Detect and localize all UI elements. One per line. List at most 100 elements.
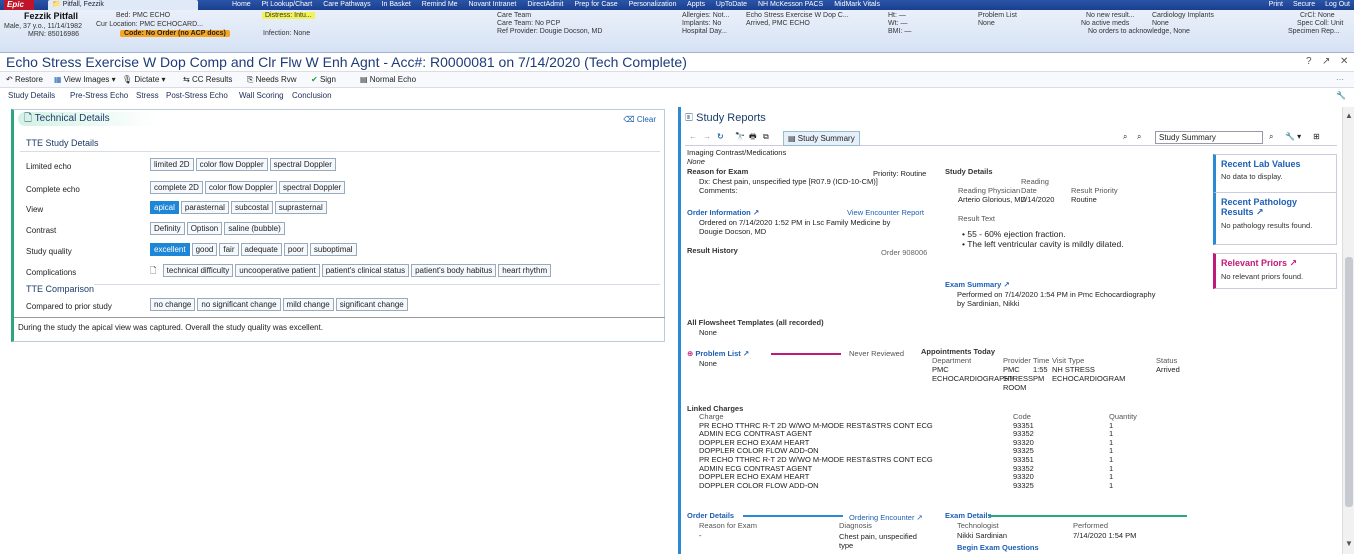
option-chip[interactable]: limited 2D: [150, 158, 194, 171]
comparison-option-chip[interactable]: no change: [150, 298, 196, 311]
secure-button[interactable]: Secure: [1293, 1, 1315, 8]
patient-name[interactable]: Fezzik Pitfall: [24, 12, 78, 21]
patient-tab[interactable]: 📁 Pitfall, Fezzik: [48, 0, 198, 10]
menu-novant-intranet[interactable]: Novant Intranet: [469, 1, 517, 8]
forward-icon[interactable]: →: [703, 129, 711, 145]
vertical-scrollbar[interactable]: ▲ ▼: [1342, 107, 1354, 554]
relevant-priors-title[interactable]: Relevant Priors ↗: [1221, 258, 1331, 269]
nav-conclusion[interactable]: Conclusion: [292, 88, 332, 104]
export-icon[interactable]: ⊞: [1313, 129, 1320, 145]
menu-uptodate[interactable]: UpToDate: [716, 1, 747, 8]
option-chip[interactable]: technical difficulty: [162, 264, 234, 277]
refresh-icon[interactable]: ↻: [717, 129, 724, 145]
option-chip[interactable]: patient's clinical status: [321, 264, 410, 277]
option-chip[interactable]: suprasternal: [274, 201, 327, 214]
scroll-up-icon[interactable]: ▲: [1345, 111, 1353, 120]
menu-prep-for-case[interactable]: Prep for Case: [574, 1, 617, 8]
menu-midmark-vitals[interactable]: MidMark Vitals: [834, 1, 880, 8]
menu-remind-me[interactable]: Remind Me: [422, 1, 458, 8]
option-chip[interactable]: adequate: [240, 243, 282, 256]
dictate-button[interactable]: 🎙 Dictate ▾: [122, 72, 166, 87]
option-chip[interactable]: spectral Doppler: [269, 158, 336, 171]
report-search-input[interactable]: Study Summary: [1155, 131, 1263, 144]
help-icon[interactable]: ?: [1306, 56, 1312, 67]
search-icon[interactable]: ⌕: [1269, 129, 1273, 145]
needs-review-button[interactable]: ⎘ Needs Rvw: [247, 72, 297, 87]
settings-icon[interactable]: 🔧 ▾: [1285, 129, 1301, 145]
menu-mckesson-pacs[interactable]: NH McKesson PACS: [758, 1, 823, 8]
find-icon[interactable]: 🔭: [735, 129, 745, 145]
nav-pre-stress-echo[interactable]: Pre-Stress Echo: [70, 88, 128, 104]
recent-lab-values-title[interactable]: Recent Lab Values: [1221, 159, 1331, 169]
sign-button[interactable]: ✔ Sign: [311, 72, 336, 87]
normal-echo-button[interactable]: ▤ Normal Echo: [360, 72, 416, 87]
nav-wall-scoring[interactable]: Wall Scoring: [239, 88, 284, 104]
option-chip[interactable]: heart rhythm: [498, 264, 552, 277]
scrollbar-thumb[interactable]: [1345, 257, 1353, 507]
problem-list-link[interactable]: ⊕ Problem List ↗: [687, 349, 749, 358]
option-chip[interactable]: parasternal: [180, 201, 229, 214]
cc-results-button[interactable]: ⇆ CC Results: [183, 72, 232, 87]
study-summary-button[interactable]: ▤ Study Summary: [783, 131, 860, 146]
option-chip[interactable]: uncooperative patient: [235, 264, 320, 277]
more-icon[interactable]: ⋯: [1336, 72, 1344, 87]
exam-summary-link[interactable]: Exam Summary ↗: [945, 280, 1010, 289]
scroll-down-icon[interactable]: ▼: [1345, 539, 1353, 548]
begin-exam-questions-link[interactable]: Begin Exam Questions: [957, 543, 1039, 552]
comparison-option-chip[interactable]: no significant change: [197, 298, 281, 311]
comparison-option-chip[interactable]: mild change: [282, 298, 334, 311]
option-chip[interactable]: good: [191, 243, 218, 256]
menu-personalization[interactable]: Personalization: [629, 1, 677, 8]
restore-button[interactable]: ↶ Restore: [6, 72, 43, 87]
menu-home[interactable]: Home: [232, 1, 251, 8]
option-chip[interactable]: excellent: [150, 243, 190, 256]
log-out-button[interactable]: Log Out: [1325, 1, 1350, 8]
distress-badge[interactable]: Distress: Intu...: [262, 12, 315, 19]
od-reason-header: Reason for Exam: [699, 521, 757, 530]
comment-icon[interactable]: 🗋: [150, 266, 159, 275]
back-icon[interactable]: ←: [689, 129, 697, 145]
copy-icon[interactable]: ⧉: [763, 129, 769, 145]
allergies[interactable]: Allergies: Not...: [682, 12, 729, 20]
menu-care-pathways[interactable]: Care Pathways: [323, 1, 370, 8]
wrench-icon[interactable]: 🔧: [1336, 88, 1346, 104]
option-chip[interactable]: suboptimal: [309, 243, 357, 256]
clear-button[interactable]: ⌫ Clear: [623, 115, 656, 124]
view-images-button[interactable]: ▦ View Images ▾: [54, 72, 116, 87]
print-icon[interactable]: 🖶: [749, 129, 757, 145]
study-reports-header[interactable]: 🗉 Study Reports: [685, 109, 766, 128]
option-chip[interactable]: spectral Doppler: [278, 181, 346, 194]
technical-details-header[interactable]: 🗋 Technical Details: [18, 112, 158, 126]
code-status-badge[interactable]: Code: No Order (no ACP docs): [120, 30, 230, 37]
order-information-link[interactable]: Order Information ↗: [687, 208, 759, 217]
zoom-out-icon[interactable]: ⌕: [1123, 129, 1127, 145]
option-chip[interactable]: color flow Doppler: [195, 158, 268, 171]
option-chip[interactable]: subcostal: [230, 201, 273, 214]
option-chip[interactable]: fair: [219, 243, 239, 256]
nav-stress[interactable]: Stress: [136, 88, 159, 104]
option-chip[interactable]: saline (bubble): [224, 222, 285, 235]
comparison-option-chip[interactable]: significant change: [335, 298, 408, 311]
option-chip[interactable]: Optison: [186, 222, 223, 235]
menu-pt-lookup[interactable]: Pt Lookup/Chart: [262, 1, 313, 8]
option-chip[interactable]: complete 2D: [150, 181, 203, 194]
option-chip[interactable]: apical: [150, 201, 179, 214]
nav-post-stress-echo[interactable]: Post-Stress Echo: [166, 88, 228, 104]
option-chip[interactable]: color flow Doppler: [204, 181, 277, 194]
pin-icon[interactable]: ↗: [1322, 56, 1330, 67]
view-encounter-report-link[interactable]: View Encounter Report: [847, 208, 924, 217]
recent-pathology-title[interactable]: Recent Pathology Results ↗: [1221, 197, 1331, 218]
menu-in-basket[interactable]: In Basket: [382, 1, 411, 8]
epic-logo[interactable]: Epic: [4, 0, 34, 10]
nav-study-details[interactable]: Study Details: [8, 88, 55, 104]
problem-list-label[interactable]: Problem List: [978, 12, 1017, 20]
menu-direct-admit[interactable]: DirectAdmit: [527, 1, 563, 8]
option-chip[interactable]: patient's body habitus: [411, 264, 497, 277]
zoom-in-icon[interactable]: ⌕: [1137, 129, 1141, 145]
relevant-priors-card: Relevant Priors ↗ No relevant priors fou…: [1213, 253, 1337, 289]
option-chip[interactable]: Definity: [150, 222, 185, 235]
option-chip[interactable]: poor: [283, 243, 308, 256]
menu-appts[interactable]: Appts: [687, 1, 705, 8]
print-button[interactable]: Print: [1269, 1, 1283, 8]
close-icon[interactable]: ✕: [1340, 56, 1348, 67]
